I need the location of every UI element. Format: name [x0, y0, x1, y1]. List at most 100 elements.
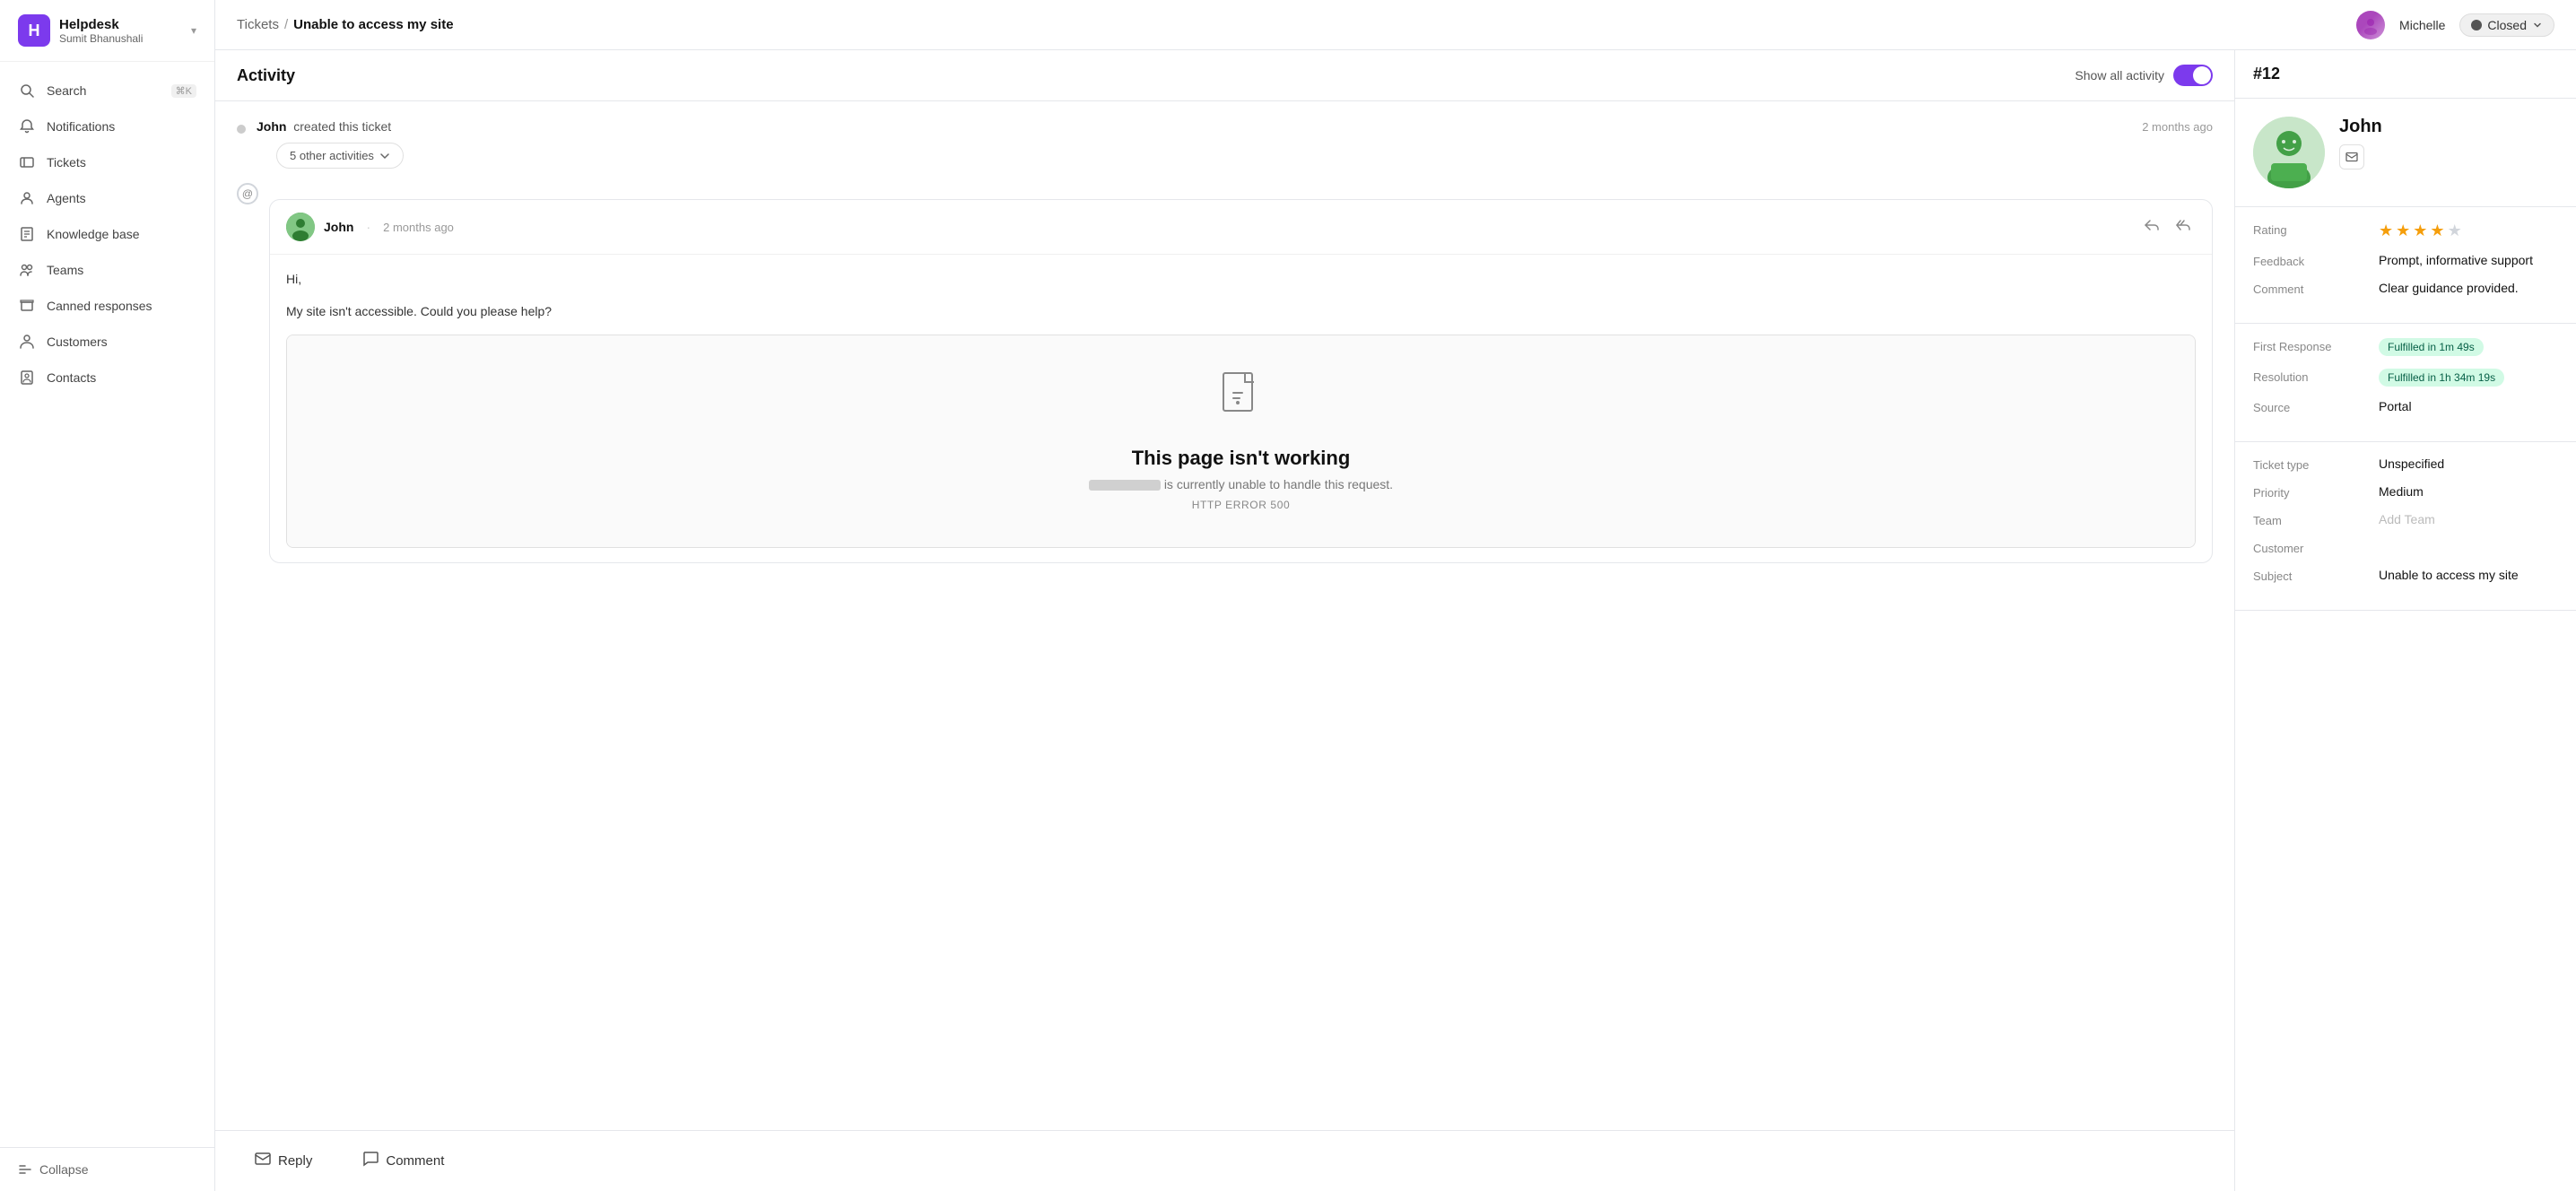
sidebar-item-teams[interactable]: Teams [0, 252, 214, 288]
activity-controls: Show all activity [2075, 65, 2213, 86]
sidebar-item-canned-responses[interactable]: Canned responses [0, 288, 214, 324]
message-text-line2: My site isn't accessible. Could you plea… [286, 301, 2196, 321]
other-activities-label: 5 other activities [290, 149, 374, 162]
customer-row: Customer [2253, 540, 2558, 555]
activity-panel: Activity Show all activity John [215, 50, 2235, 1191]
reply-button[interactable]: Reply [237, 1142, 330, 1180]
sidebar-item-label: Search [47, 83, 86, 98]
collapse-button[interactable]: Collapse [18, 1162, 196, 1177]
message-sender: John · 2 months ago [286, 213, 454, 241]
priority-row: Priority Medium [2253, 484, 2558, 500]
file-error-icon [1220, 371, 1263, 422]
user-avatar-icon [2361, 15, 2380, 35]
first-response-label: First Response [2253, 338, 2379, 353]
customer-field-label: Customer [2253, 540, 2379, 555]
page-error-icon [1220, 371, 1263, 432]
message-body: Hi, My site isn't accessible. Could you … [270, 255, 2212, 562]
sidebar-item-notifications[interactable]: Notifications [0, 109, 214, 144]
sidebar-item-label: Notifications [47, 119, 115, 134]
rating-row: Rating ★ ★ ★ ★ ★ [2253, 222, 2558, 240]
comment-value: Clear guidance provided. [2379, 281, 2558, 295]
customer-info: John [2339, 117, 2558, 170]
sidebar-footer: Collapse [0, 1147, 214, 1191]
status-chevron-icon [2532, 20, 2543, 30]
message-actions [2140, 213, 2196, 241]
canned-icon [18, 297, 36, 315]
embedded-page-inner: This page isn't working is currently una… [287, 335, 2195, 547]
source-row: Source Portal [2253, 399, 2558, 414]
sidebar-item-label: Canned responses [47, 299, 152, 313]
star-4: ★ [2430, 222, 2444, 240]
sidebar-item-label: Agents [47, 191, 86, 205]
sidebar-item-label: Knowledge base [47, 227, 140, 241]
show-all-toggle[interactable] [2173, 65, 2213, 86]
topbar: Tickets / Unable to access my site Miche… [215, 0, 2576, 50]
reply-icon [2144, 217, 2160, 233]
sidebar-chevron-icon[interactable]: ▾ [191, 24, 196, 37]
comment-icon [362, 1151, 379, 1167]
other-activities-button[interactable]: 5 other activities [276, 143, 404, 169]
source-value: Portal [2379, 399, 2558, 413]
customer-section: John [2235, 99, 2576, 207]
customer-avatar [2253, 117, 2325, 188]
first-response-row: First Response Fulfilled in 1m 49s [2253, 338, 2558, 356]
activity-header: Activity Show all activity [215, 50, 2234, 101]
sidebar: H Helpdesk Sumit Bhanushali ▾ Search ⌘K … [0, 0, 215, 1191]
breadcrumb-tickets-link[interactable]: Tickets [237, 17, 279, 32]
sidebar-item-search[interactable]: Search ⌘K [0, 73, 214, 109]
activity-title: Activity [237, 66, 295, 85]
customer-name: John [2339, 117, 2558, 137]
ticket-id: #12 [2235, 50, 2576, 99]
response-section: First Response Fulfilled in 1m 49s Resol… [2235, 324, 2576, 442]
search-kbd: ⌘K [171, 84, 196, 98]
breadcrumb-separator: / [284, 17, 288, 32]
comment-label: Comment [386, 1153, 444, 1169]
activity-dot [237, 125, 246, 134]
user-name-label: Michelle [2399, 18, 2445, 32]
status-dot-icon [2471, 20, 2482, 30]
reply-all-action-button[interactable] [2172, 213, 2196, 241]
team-row: Team Add Team [2253, 512, 2558, 527]
sidebar-item-agents[interactable]: Agents [0, 180, 214, 216]
topbar-right: Michelle Closed [2356, 11, 2554, 39]
sidebar-item-contacts[interactable]: Contacts [0, 360, 214, 396]
mention-indicator[interactable]: @ [237, 183, 258, 204]
brand-text: Helpdesk Sumit Bhanushali [59, 17, 143, 45]
reply-action-button[interactable] [2140, 213, 2163, 241]
blurred-url [1089, 480, 1161, 491]
comment-button[interactable]: Comment [344, 1142, 462, 1180]
page-error-suffix: is currently unable to handle this reque… [1164, 477, 1393, 491]
contacts-icon [18, 369, 36, 387]
page-error-code: HTTP ERROR 500 [1192, 499, 1291, 511]
sidebar-item-customers[interactable]: Customers [0, 324, 214, 360]
reply-button-icon [255, 1151, 271, 1171]
sidebar-nav: Search ⌘K Notifications Tickets Agents [0, 62, 214, 1147]
customer-email-button[interactable] [2339, 144, 2364, 170]
ticket-icon [18, 153, 36, 171]
bottom-bar: Reply Comment [215, 1130, 2234, 1191]
created-event: John created this ticket 2 months ago 5 … [237, 119, 2213, 169]
priority-label: Priority [2253, 484, 2379, 500]
status-badge[interactable]: Closed [2459, 13, 2554, 37]
sender-avatar [286, 213, 315, 241]
ticket-type-label: Ticket type [2253, 456, 2379, 472]
feedback-row: Feedback Prompt, informative support [2253, 253, 2558, 268]
sidebar-item-knowledge-base[interactable]: Knowledge base [0, 216, 214, 252]
comment-label: Comment [2253, 281, 2379, 296]
sender-name: John [324, 220, 353, 234]
resolution-badge: Fulfilled in 1h 34m 19s [2379, 369, 2504, 387]
star-1: ★ [2379, 222, 2393, 240]
customers-icon [18, 333, 36, 351]
reply-icon [255, 1151, 271, 1167]
collapse-icon [18, 1162, 32, 1177]
sender-avatar-graphic [286, 213, 315, 241]
bell-icon [18, 117, 36, 135]
feedback-label: Feedback [2253, 253, 2379, 268]
message-time: 2 months ago [383, 221, 454, 234]
message-text-line1: Hi, [286, 269, 2196, 289]
message-card: John · 2 months ago [269, 199, 2213, 563]
resolution-row: Resolution Fulfilled in 1h 34m 19s [2253, 369, 2558, 387]
team-placeholder[interactable]: Add Team [2379, 512, 2435, 526]
right-panel: #12 John [2235, 50, 2576, 1191]
sidebar-item-tickets[interactable]: Tickets [0, 144, 214, 180]
